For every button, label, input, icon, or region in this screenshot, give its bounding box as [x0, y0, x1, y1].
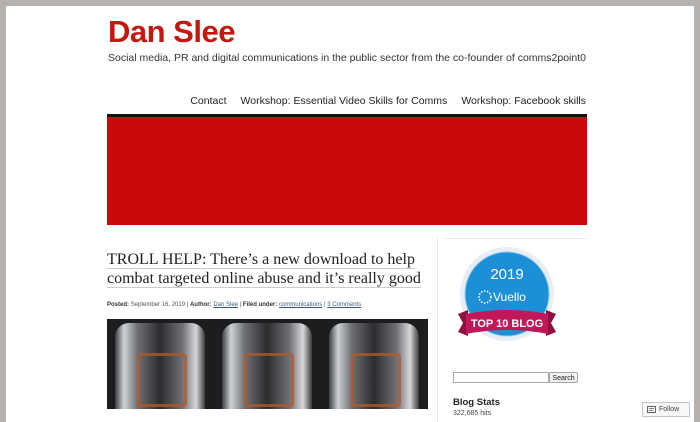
nixie-tube — [115, 323, 205, 409]
follow-button[interactable]: Follow — [642, 402, 690, 417]
nav-item-contact[interactable]: Contact — [190, 95, 226, 107]
author-label: Author: — [189, 302, 212, 308]
nixie-tube — [329, 323, 419, 409]
site-tagline: Social media, PR and digital communicati… — [108, 52, 586, 64]
comments-link[interactable]: 3 Comments — [327, 302, 361, 308]
header-banner — [107, 117, 587, 225]
content-divider — [437, 238, 438, 422]
follow-label: Follow — [659, 406, 680, 413]
site-title[interactable]: Dan Slee — [108, 14, 235, 50]
sidebar-divider — [444, 238, 587, 239]
ribbon-text: TOP 10 BLOG — [471, 318, 543, 330]
post-title-link[interactable]: TROLL HELP: There’s a new download to he… — [107, 251, 421, 288]
follow-icon — [647, 406, 656, 413]
vuello-top10-badge[interactable]: 2019 Vuello TOP 10 BLOG — [452, 244, 562, 362]
posted-label: Posted: — [107, 302, 130, 308]
category-link[interactable]: communications — [279, 302, 322, 308]
badge-year: 2019 — [490, 266, 523, 283]
badge-brand: Vuello — [493, 290, 526, 304]
page: Dan Slee Social media, PR and digital co… — [6, 6, 694, 422]
post-meta: Posted: September 16, 2019 | Author: Dan… — [107, 302, 437, 308]
post-featured-image[interactable] — [107, 319, 428, 409]
author-link[interactable]: Dan Slee — [213, 302, 238, 308]
search-button[interactable]: Search — [549, 372, 578, 383]
search-input[interactable] — [453, 372, 549, 383]
post: TROLL HELP: There’s a new download to he… — [107, 238, 437, 422]
post-date: September 16, 2019 — [130, 302, 186, 308]
blog-stats-hits: 322,685 hits — [453, 410, 492, 417]
nixie-tube — [222, 323, 312, 409]
filed-label: Filed under: — [242, 302, 278, 308]
nav-item-facebook-workshop[interactable]: Workshop: Facebook skills — [461, 95, 586, 107]
blog-stats-title: Blog Stats — [453, 397, 500, 408]
post-title: TROLL HELP: There’s a new download to he… — [107, 250, 437, 288]
nav-item-video-workshop[interactable]: Workshop: Essential Video Skills for Com… — [241, 95, 448, 107]
main-nav: Contact Workshop: Essential Video Skills… — [190, 95, 586, 107]
